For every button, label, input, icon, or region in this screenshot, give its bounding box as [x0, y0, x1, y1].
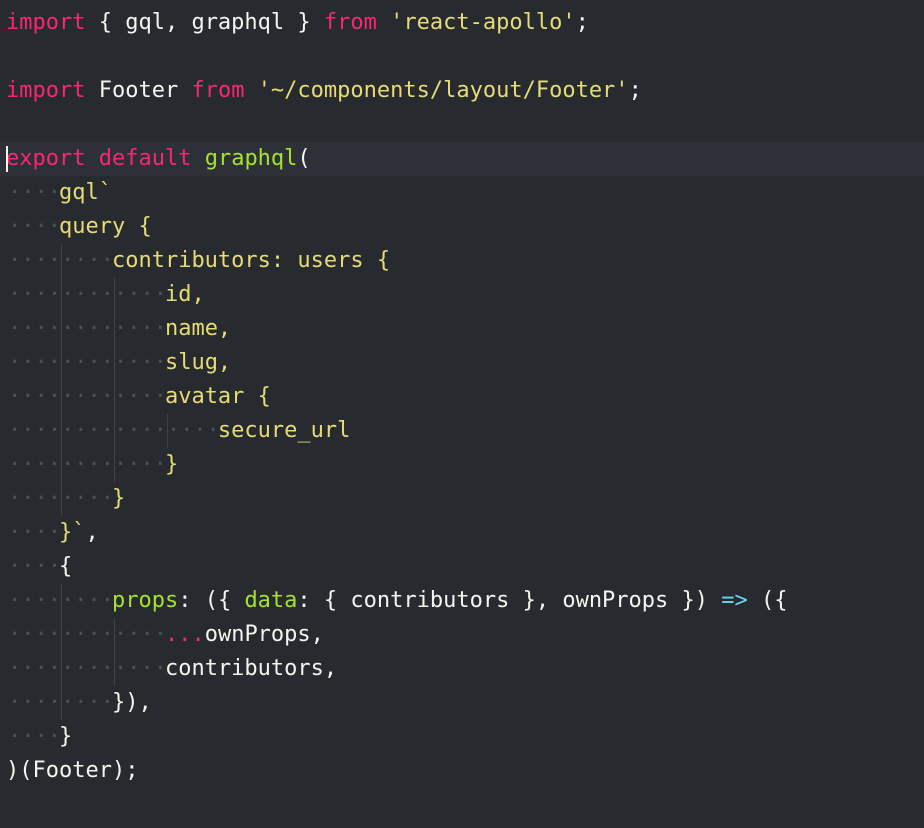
code-token: default: [98, 146, 192, 171]
text-caret: [6, 146, 8, 172]
indent-guide: [61, 482, 62, 516]
code-line[interactable]: ········ }),: [0, 686, 924, 720]
code-token: props: [111, 588, 179, 613]
code-token: : { contributors }, ownProps }): [297, 588, 722, 613]
code-token: ;: [575, 10, 589, 35]
code-line[interactable]: ············ contributors,: [0, 652, 924, 686]
indent-guide: [61, 618, 62, 652]
whitespace-dots: ············: [8, 384, 167, 409]
code-line[interactable]: ············ name,: [0, 312, 924, 346]
code-line[interactable]: ············ slug,: [0, 346, 924, 380]
whitespace-dots: ············: [8, 350, 167, 375]
code-token: export: [6, 146, 86, 171]
whitespace-dots: ····: [8, 520, 61, 545]
whitespace-dots: ····: [8, 724, 61, 749]
indent-guide: [61, 244, 62, 278]
whitespace-dots: ············: [8, 622, 167, 647]
indent-guide: [114, 380, 115, 414]
code-token: from: [323, 10, 377, 35]
code-token: 'react-apollo': [390, 10, 576, 35]
code-token: : ({: [178, 588, 245, 613]
code-line[interactable]: )(Footer);: [0, 754, 924, 788]
code-token: data: [244, 588, 298, 613]
indent-guide: [167, 414, 168, 448]
whitespace-dots: ····: [8, 554, 61, 579]
code-line[interactable]: ········ }: [0, 482, 924, 516]
code-token: id,: [164, 282, 205, 307]
code-line[interactable]: ········ props: ({ data: { contributors …: [0, 584, 924, 618]
code-line[interactable]: export default graphql(: [0, 142, 924, 176]
code-token: )(Footer);: [6, 758, 139, 783]
indent-guide: [61, 652, 62, 686]
code-token: contributors,: [164, 656, 338, 681]
code-token: =>: [721, 588, 748, 613]
indent-guide: [114, 414, 115, 448]
indent-guide: [61, 414, 62, 448]
indent-guide: [61, 312, 62, 346]
indent-guide: [114, 618, 115, 652]
code-token: contributors: users {: [111, 248, 391, 273]
code-token: from: [191, 78, 245, 103]
code-editor[interactable]: import { gql, graphql } from 'react-apol…: [0, 0, 924, 828]
indent-guide: [114, 312, 115, 346]
code-line[interactable]: ············ }: [0, 448, 924, 482]
code-area[interactable]: import { gql, graphql } from 'react-apol…: [0, 6, 924, 788]
code-token: import: [6, 78, 86, 103]
code-token: avatar {: [164, 384, 271, 409]
whitespace-dots: ············: [8, 452, 167, 477]
code-token: name,: [164, 316, 232, 341]
whitespace-dots: ············: [8, 656, 167, 681]
code-token: import: [6, 10, 86, 35]
indent-guide: [114, 652, 115, 686]
code-token: ({: [747, 588, 788, 613]
code-line[interactable]: ················ secure_url: [0, 414, 924, 448]
code-line[interactable]: [0, 108, 924, 142]
code-token: ,: [85, 520, 99, 545]
code-token: '~/components/layout/Footer': [257, 78, 629, 103]
code-token: (: [297, 146, 311, 171]
code-token: graphql: [204, 146, 298, 171]
code-line[interactable]: ············ id,: [0, 278, 924, 312]
code-token: ownProps,: [204, 622, 324, 647]
whitespace-dots: ····: [8, 180, 61, 205]
code-line[interactable]: ············ ...ownProps,: [0, 618, 924, 652]
code-token: ;: [628, 78, 642, 103]
indent-guide: [61, 380, 62, 414]
indent-guide: [114, 278, 115, 312]
code-line[interactable]: ············ avatar {: [0, 380, 924, 414]
code-token: gql`: [58, 180, 112, 205]
whitespace-dots: ············: [8, 316, 167, 341]
indent-guide: [61, 448, 62, 482]
indent-guide: [61, 346, 62, 380]
code-token: slug,: [164, 350, 232, 375]
whitespace-dots: ············: [8, 282, 167, 307]
code-line[interactable]: [0, 40, 924, 74]
code-token: Footer: [85, 78, 192, 103]
code-line[interactable]: import Footer from '~/components/layout/…: [0, 74, 924, 108]
code-line[interactable]: import { gql, graphql } from 'react-apol…: [0, 6, 924, 40]
code-line[interactable]: ········ contributors: users {: [0, 244, 924, 278]
whitespace-dots: ····: [8, 214, 61, 239]
code-line[interactable]: ···· gql`: [0, 176, 924, 210]
code-line[interactable]: ···· query {: [0, 210, 924, 244]
indent-guide: [114, 448, 115, 482]
indent-guide: [61, 278, 62, 312]
code-token: }`: [58, 520, 86, 545]
code-line[interactable]: ···· }: [0, 720, 924, 754]
code-token: ...: [164, 622, 205, 647]
code-token: }),: [111, 690, 152, 715]
indent-guide: [114, 346, 115, 380]
indent-guide: [61, 686, 62, 720]
code-token: query {: [58, 214, 152, 239]
code-token: { gql, graphql }: [85, 10, 324, 35]
code-line[interactable]: ···· }`,: [0, 516, 924, 550]
code-line[interactable]: ···· {: [0, 550, 924, 584]
code-token: secure_url: [217, 418, 351, 443]
indent-guide: [61, 584, 62, 618]
